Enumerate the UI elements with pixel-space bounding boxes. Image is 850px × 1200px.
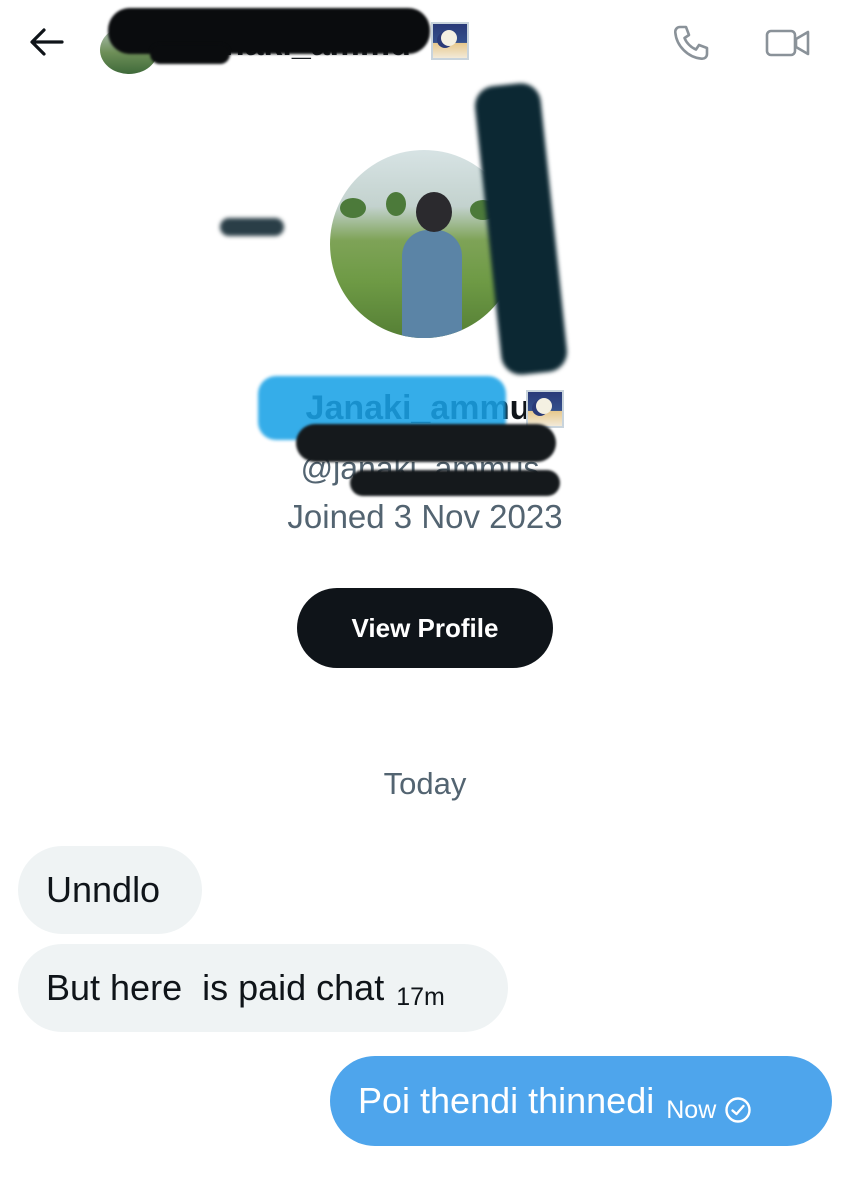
video-camera-icon <box>765 26 811 65</box>
message-text: Poi thendi thinnedi <box>358 1080 655 1121</box>
small-redaction-mark <box>220 218 284 236</box>
sent-check-icon <box>724 1096 752 1124</box>
vertical-redaction-stroke <box>473 81 569 377</box>
day-divider-label: Today <box>383 766 467 801</box>
message-timestamp: Now <box>666 1095 717 1124</box>
badge-emoji-icon-profile <box>526 390 564 428</box>
outgoing-message[interactable]: Poi thendi thinnedi Now <box>330 1056 832 1146</box>
view-profile-button[interactable]: View Profile <box>297 588 553 668</box>
message-timestamp: 17m <box>396 982 445 1011</box>
message-text: But here is paid chat <box>46 967 385 1008</box>
incoming-message[interactable]: Unndlo <box>18 846 202 934</box>
video-call-button[interactable] <box>758 20 818 70</box>
phone-icon <box>671 23 711 68</box>
incoming-message[interactable]: But here is paid chat 17m <box>18 944 508 1032</box>
back-button[interactable] <box>22 22 70 66</box>
handle-redaction <box>296 424 556 462</box>
arrow-left-icon <box>28 26 64 63</box>
header-name-redaction-2 <box>150 44 230 64</box>
joined-date: Joined 3 Nov 2023 <box>287 498 563 535</box>
message-text: Unndlo <box>46 869 161 910</box>
handle-redaction-2 <box>350 470 560 496</box>
call-button[interactable] <box>664 20 718 70</box>
badge-emoji-icon <box>431 22 469 60</box>
